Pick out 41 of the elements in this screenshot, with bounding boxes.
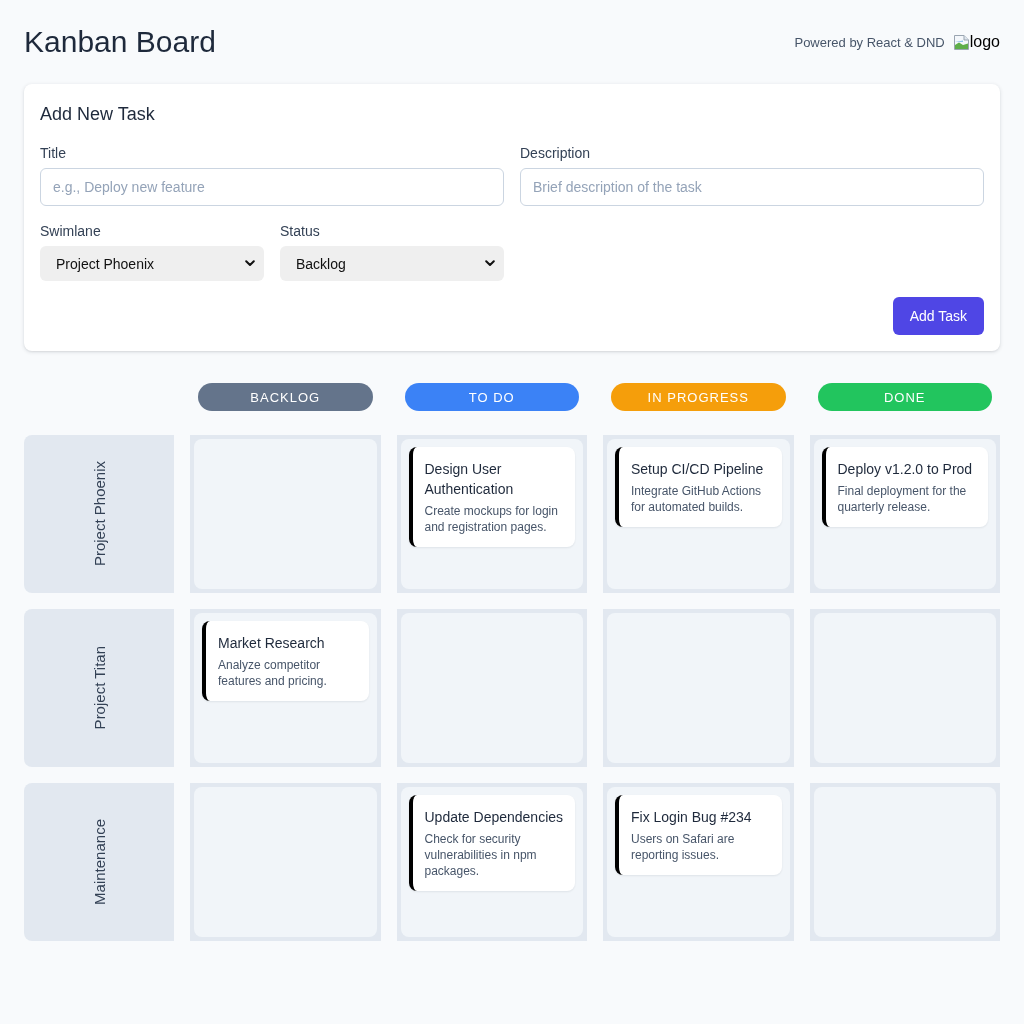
text-input[interactable]: e.g., Deploy new feature	[40, 168, 504, 206]
field-label: Title	[40, 144, 67, 163]
board-title: Kanban Board	[24, 24, 216, 60]
form-title: Add New Task	[40, 103, 156, 126]
column-header: IN PROGRESS	[611, 383, 786, 411]
dropdown-select[interactable]: Backlog	[280, 246, 504, 281]
card-title: Setup CI/CD Pipeline	[631, 460, 765, 479]
field-label: Swimlane	[40, 222, 102, 241]
column-header: DONE	[817, 383, 992, 411]
card-description: Create mockups for login and registration pages.	[424, 503, 559, 535]
add-task-button[interactable]: Add Task	[892, 297, 984, 335]
task-card[interactable]: Design User Authentication Create mockups for login and registration pages.	[408, 447, 575, 547]
chevron-down-icon	[485, 260, 495, 267]
field-label: Description	[520, 144, 592, 163]
logo-alt-text: logo	[969, 33, 1000, 51]
broken-image-icon	[952, 33, 970, 51]
swimlane-name: Project Phoenix	[90, 461, 108, 567]
dropdown-select[interactable]: Project Phoenix	[40, 246, 264, 281]
card-title: Market Research	[218, 634, 326, 653]
task-card[interactable]: Setup CI/CD Pipeline Integrate GitHub Actions for automated builds.	[615, 447, 782, 527]
card-description: Analyze competitor features and pricing.	[218, 657, 328, 689]
card-description: Users on Safari are reporting issues.	[631, 831, 736, 863]
task-card[interactable]: Update Dependencies Check for security vulnerabilities in npm packages.	[408, 795, 575, 891]
card-title: Fix Login Bug #234	[631, 808, 753, 827]
card-description: Integrate GitHub Actions for automated builds.	[631, 483, 763, 515]
card-description: Check for security vulnerabilities in npm packages.	[424, 831, 538, 879]
task-card[interactable]: Fix Login Bug #234 Users on Safari are reporting issues.	[615, 795, 782, 875]
column-header: TO DO	[404, 383, 579, 411]
task-card[interactable]: Deploy v1.2.0 to Prod Final deployment for the quarterly release.	[821, 447, 988, 527]
card-description: Final deployment for the quarterly release.	[837, 483, 968, 515]
card-title: Deploy v1.2.0 to Prod	[837, 460, 974, 479]
text-input[interactable]: Brief description of the task	[520, 168, 984, 206]
chevron-down-icon	[245, 260, 255, 267]
column-header: BACKLOG	[198, 383, 373, 411]
powered-by-text: Powered by React & DND	[794, 34, 945, 50]
card-title: Design User Authentication	[424, 460, 515, 499]
swimlane-name: Project Titan	[90, 646, 108, 730]
card-title: Update Dependencies	[424, 808, 565, 827]
task-card[interactable]: Market Research Analyze competitor features and pricing.	[202, 621, 369, 701]
field-label: Status	[280, 222, 321, 241]
swimlane-name: Maintenance	[90, 819, 108, 905]
